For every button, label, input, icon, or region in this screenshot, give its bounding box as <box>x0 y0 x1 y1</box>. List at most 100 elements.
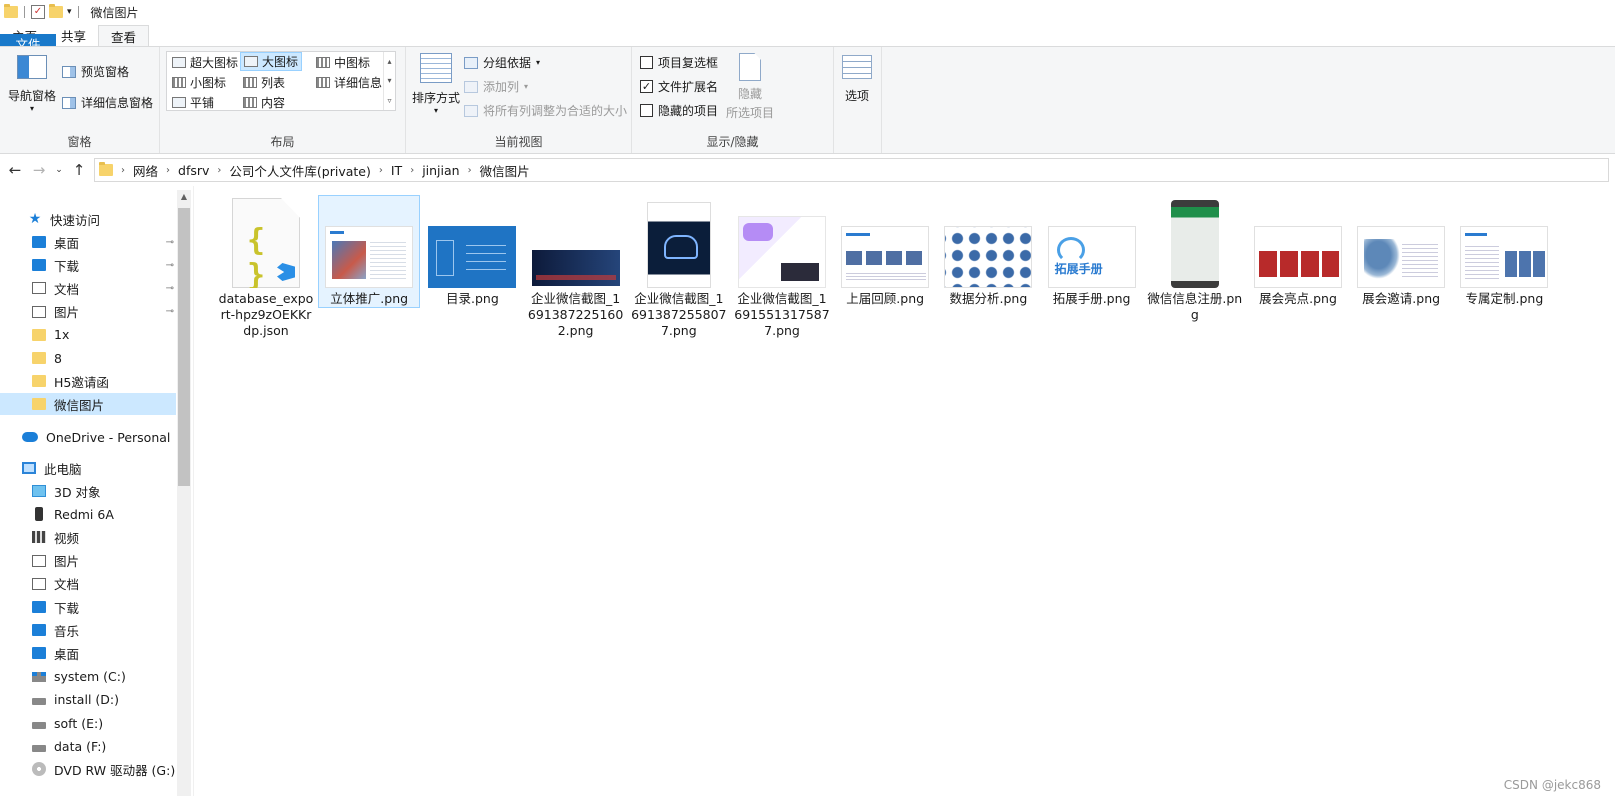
file-item[interactable]: { } database_export-hpz9zOEKKrdp.json <box>216 196 316 339</box>
sidebar-item[interactable]: 文档 ⊸ <box>0 277 176 299</box>
nav-pane-button[interactable]: 导航窗格 ▾ <box>8 55 56 113</box>
options-button[interactable]: 选项 <box>842 55 872 104</box>
forward-arrow-icon[interactable]: → <box>30 161 48 179</box>
layout-details[interactable]: 详细信息 <box>313 73 385 92</box>
preview-pane-button[interactable]: 预览窗格 <box>62 63 129 80</box>
sidebar-item[interactable]: 微信图片 <box>0 393 176 416</box>
sidebar-item[interactable]: soft (E:) <box>0 712 176 734</box>
sidebar-item[interactable]: 视频 <box>0 526 176 548</box>
layout-content[interactable]: 内容 <box>240 93 288 112</box>
add-columns-button[interactable]: 添加列 ▾ <box>464 78 528 95</box>
breadcrumb-separator[interactable]: › <box>166 165 170 176</box>
sidebar-this-pc[interactable]: 此电脑 <box>0 457 176 479</box>
sidebar-item[interactable]: 1x <box>0 324 176 346</box>
sidebar-item[interactable]: 文档 <box>0 573 176 595</box>
layout-large-icons[interactable]: 大图标 <box>240 52 303 71</box>
file-item[interactable]: 数据分析.png <box>938 196 1038 307</box>
breadcrumb-dfsrv[interactable]: dfsrv <box>178 163 209 178</box>
pin-icon[interactable]: ⊸ <box>166 306 174 317</box>
file-extensions-toggle[interactable]: ✓ 文件扩展名 <box>640 78 718 95</box>
breadcrumb-network[interactable]: 网络 <box>133 161 158 180</box>
sidebar-item[interactable]: 图片 ⊸ <box>0 301 176 323</box>
hidden-items-toggle[interactable]: 隐藏的项目 <box>640 102 718 119</box>
tab-share[interactable]: 共享 <box>49 24 98 46</box>
sidebar-item[interactable]: 桌面 <box>0 642 176 664</box>
sidebar-item[interactable]: 8 <box>0 347 176 369</box>
breadcrumb-jinjian[interactable]: jinjian <box>422 163 459 178</box>
up-arrow-icon[interactable]: ↑ <box>70 161 88 179</box>
file-item[interactable]: 企业微信截图_16913872251602.png <box>526 196 626 339</box>
file-item[interactable]: 拓展手册.png <box>1042 196 1142 307</box>
chevron-down-icon[interactable]: ▾ <box>387 76 391 85</box>
layout-tiles[interactable]: 平铺 <box>169 93 217 112</box>
file-item[interactable]: 立体推广.png <box>318 195 421 308</box>
pin-icon[interactable]: ⊸ <box>166 260 174 271</box>
file-item[interactable]: 上届回顾.png <box>835 196 935 307</box>
file-item[interactable]: 专属定制.png <box>1454 196 1554 307</box>
details-pane-button[interactable]: 详细信息窗格 <box>62 94 153 111</box>
group-by-button[interactable]: 分组依据 ▾ <box>464 54 540 71</box>
layout-gallery-scroll[interactable]: ▴ ▾ ▿ <box>383 52 395 110</box>
sort-by-button[interactable]: 排序方式 ▾ <box>412 53 460 115</box>
folder-icon <box>32 328 46 341</box>
file-item[interactable]: 企业微信截图_16915513175877.png <box>732 196 832 339</box>
hidden-items-checkbox[interactable] <box>640 104 653 117</box>
breadcrumb-wechat-images[interactable]: 微信图片 <box>480 161 530 180</box>
breadcrumb-separator[interactable]: › <box>468 165 472 176</box>
layout-medium-icons[interactable]: 中图标 <box>313 53 373 72</box>
breadcrumb-separator[interactable]: › <box>121 165 125 176</box>
file-item[interactable]: 企业微信截图_16913872558077.png <box>629 196 729 339</box>
sidebar-onedrive[interactable]: OneDrive - Personal <box>0 426 176 448</box>
fit-columns-button[interactable]: 将所有列调整为合适的大小 <box>464 102 627 119</box>
address-bar[interactable]: › 网络 › dfsrv › 公司个人文件库(private) › IT › j… <box>94 158 1609 182</box>
layout-small-icons[interactable]: 小图标 <box>169 73 229 92</box>
chevron-up-icon[interactable]: ▲ <box>177 192 191 201</box>
item-checkboxes-checkbox[interactable] <box>640 56 653 69</box>
sidebar-item[interactable]: 图片 <box>0 550 176 572</box>
file-thumbnail: { } <box>222 196 310 288</box>
sidebar-item[interactable]: H5邀请函 <box>0 370 176 392</box>
more-icon[interactable]: ▿ <box>387 96 391 105</box>
sidebar-item[interactable]: DVD RW 驱动器 (G:) <box>0 758 176 780</box>
sidebar-quick-access[interactable]: ★ 快速访问 <box>0 208 176 230</box>
group-panes: 导航窗格 ▾ 预览窗格 详细信息窗格 窗格 <box>0 47 160 153</box>
fit-columns-icon <box>464 104 478 117</box>
chevron-up-icon[interactable]: ▴ <box>387 57 391 66</box>
breadcrumb-separator[interactable]: › <box>410 165 414 176</box>
properties-icon[interactable]: ✓ <box>31 5 45 19</box>
breadcrumb-private[interactable]: 公司个人文件库(private) <box>229 161 370 180</box>
sidebar-scroll-thumb[interactable] <box>178 208 190 486</box>
layout-extra-large-icons[interactable]: 超大图标 <box>169 53 241 72</box>
breadcrumb-it[interactable]: IT <box>391 163 402 178</box>
breadcrumb-separator[interactable]: › <box>379 165 383 176</box>
layout-list[interactable]: 列表 <box>240 73 288 92</box>
document-icon <box>32 282 46 295</box>
recent-locations-icon[interactable]: ⌄ <box>54 165 64 175</box>
tab-view[interactable]: 查看 <box>98 25 150 46</box>
sidebar-item[interactable]: 下载 ⊸ <box>0 254 176 276</box>
quick-access-dropdown-icon[interactable]: ▾ <box>67 7 72 17</box>
file-extensions-checkbox[interactable]: ✓ <box>640 80 653 93</box>
back-arrow-icon[interactable]: ← <box>6 161 24 179</box>
file-thumbnail <box>944 196 1033 288</box>
sidebar-item[interactable]: 下载 <box>0 596 176 618</box>
sidebar-item[interactable]: 音乐 <box>0 619 176 641</box>
sidebar-item[interactable]: 桌面 ⊸ <box>0 231 176 253</box>
pin-icon[interactable]: ⊸ <box>166 237 174 248</box>
sidebar-scrollbar[interactable]: ▲ <box>177 190 191 796</box>
sidebar-item[interactable]: data (F:) <box>0 735 176 757</box>
breadcrumb-separator[interactable]: › <box>217 165 221 176</box>
sidebar-item-label: system (C:) <box>54 669 126 685</box>
sidebar-item[interactable]: Redmi 6A <box>0 503 176 525</box>
file-item[interactable]: 展会亮点.png <box>1248 196 1348 307</box>
item-checkboxes-toggle[interactable]: 项目复选框 <box>640 54 718 71</box>
hide-selected-button[interactable]: 隐藏 所选项目 <box>726 53 774 121</box>
pin-icon[interactable]: ⊸ <box>166 283 174 294</box>
sidebar-item[interactable]: 3D 对象 <box>0 480 176 502</box>
sidebar-item[interactable]: system (C:) <box>0 666 176 688</box>
file-item[interactable]: 展会邀请.png <box>1351 196 1451 307</box>
sidebar-item[interactable]: install (D:) <box>0 689 176 711</box>
file-item[interactable]: 微信信息注册.png <box>1145 196 1245 323</box>
new-folder-icon[interactable] <box>49 4 63 18</box>
file-item[interactable]: 目录.png <box>422 196 522 307</box>
